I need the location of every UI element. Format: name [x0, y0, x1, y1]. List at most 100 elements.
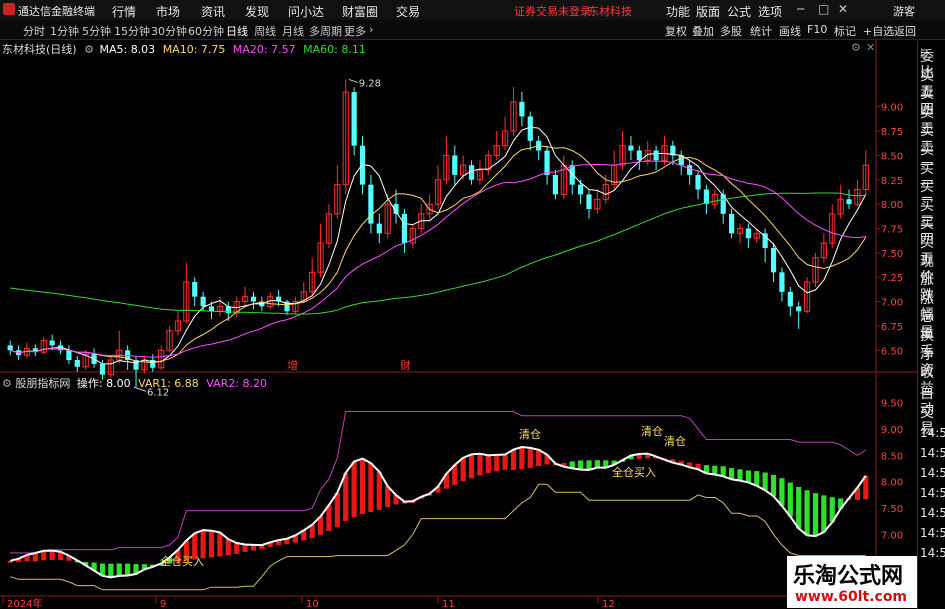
quote-panel-item[interactable]: 14:56: [920, 425, 945, 441]
ytick-label: 7.50: [881, 249, 903, 260]
candle: [192, 282, 198, 297]
sub-ytick-label: 9.00: [881, 425, 903, 436]
event-marker-cai: 财: [400, 358, 411, 372]
indicator-bar: [376, 471, 382, 510]
quote-panel: L 委比 卖五 卖四 卖三 卖二 卖一 买一 买二 买三 买四 买五 现价 涨跌 涨幅 总量 换手 净资 收益 自动交…: [917, 41, 945, 609]
candle: [519, 101, 525, 117]
indicator-bar: [510, 449, 517, 471]
candle: [578, 184, 584, 195]
candle: [200, 296, 206, 307]
candle: [653, 150, 659, 161]
quote-panel-item[interactable]: 14:56: [920, 445, 945, 461]
indicator-bar: [234, 542, 240, 554]
ytick-label: 8.75: [881, 127, 903, 138]
candle: [846, 199, 852, 205]
candle: [762, 233, 768, 248]
candle: [728, 213, 735, 234]
indicator-bar: [712, 465, 718, 475]
quote-panel-item[interactable]: 14:56: [920, 465, 945, 481]
xtick-label: 2024年: [7, 597, 42, 609]
indicator-bar: [351, 461, 357, 518]
indicator-bar: [359, 458, 366, 515]
sell-signal: 清仓: [641, 424, 663, 438]
candle: [703, 189, 710, 205]
indicator-bar: [460, 457, 466, 482]
ytick-label: 6.75: [881, 322, 903, 333]
buy-signal: 全仓买入: [160, 554, 204, 568]
indicator-bar: [116, 563, 122, 576]
watermark-url: www.60lt.com: [795, 589, 908, 605]
ytick-label: 7.00: [881, 298, 903, 309]
quote-panel-item[interactable]: 14:56: [920, 545, 945, 561]
sub-ytick-label: 7.00: [881, 530, 903, 541]
candle: [552, 174, 559, 195]
indicator-bar: [49, 550, 55, 560]
candle: [359, 145, 366, 185]
ma5-line: [10, 126, 867, 365]
indicator-bar: [368, 463, 374, 512]
indicator-bar: [578, 460, 584, 470]
xtick-label: 10: [306, 599, 319, 609]
indicator-bar: [217, 532, 223, 557]
candle: [376, 223, 382, 234]
event-marker-zeng: 增: [287, 358, 298, 372]
candle: [787, 291, 793, 307]
candle: [779, 272, 785, 292]
indicator-bar: [787, 482, 793, 517]
candle: [452, 155, 458, 175]
indicator-bar: [108, 563, 114, 578]
candle: [687, 165, 693, 175]
candle: [208, 306, 215, 312]
indicator-bar: [334, 492, 340, 528]
quote-panel-item[interactable]: 14:56: [920, 525, 945, 541]
indicator-bar: [225, 539, 231, 556]
candle: [49, 340, 55, 346]
quote-panel-item[interactable]: 14:56: [920, 485, 945, 501]
chart-canvas[interactable]: 9.00 8.75 8.50 8.25 8.00 7.75 7.50 7.25 7.00 6.75…: [0, 0, 917, 609]
indicator-bar: [762, 472, 768, 491]
high-pointer: [348, 78, 358, 83]
indicator-bar: [527, 447, 533, 469]
sub-ytick-label: 8.50: [881, 451, 903, 462]
candle: [569, 165, 575, 185]
indicator-bar: [770, 474, 777, 497]
ytick-label: 8.00: [881, 200, 903, 211]
indicator-bar: [745, 470, 751, 483]
candle: [7, 345, 13, 351]
candle: [527, 116, 533, 141]
candle: [351, 92, 357, 146]
candle: [745, 228, 751, 239]
indicator-bar: [343, 472, 349, 521]
ytick-label: 8.25: [881, 176, 903, 187]
candle: [99, 363, 106, 375]
indicator-bar: [485, 455, 491, 474]
indicator-bar: [208, 530, 215, 558]
ytick-label: 7.75: [881, 224, 903, 235]
candle: [796, 306, 802, 312]
watermark-title: 乐淘公式网: [793, 564, 904, 589]
xtick-label: 11: [442, 599, 455, 609]
indicator-bar: [494, 454, 500, 472]
candle: [544, 150, 550, 175]
candle: [74, 360, 80, 367]
ytick-label: 6.50: [881, 346, 903, 357]
buy-signal: 全仓买入: [612, 465, 656, 479]
indicator-bar: [812, 493, 819, 537]
indicator-bar: [796, 486, 802, 529]
indicator-bar: [519, 446, 525, 470]
indicator-bar: [125, 563, 131, 576]
candle: [695, 174, 701, 190]
ma60-line: [10, 192, 866, 315]
low-label: 6.12: [147, 387, 169, 398]
quote-panel-item[interactable]: 14:56: [920, 505, 945, 521]
xtick-label: 9: [160, 599, 166, 609]
candle: [250, 296, 257, 302]
sell-signal: 清仓: [664, 434, 686, 448]
sub-ytick-label: 7.50: [881, 504, 903, 515]
ytick-label: 8.50: [881, 151, 903, 162]
var2-line: [10, 411, 867, 554]
sell-signal: 清仓: [519, 427, 541, 441]
ytick-label: 7.25: [881, 273, 903, 284]
candle: [401, 213, 408, 244]
indicator-bar: [779, 478, 785, 506]
